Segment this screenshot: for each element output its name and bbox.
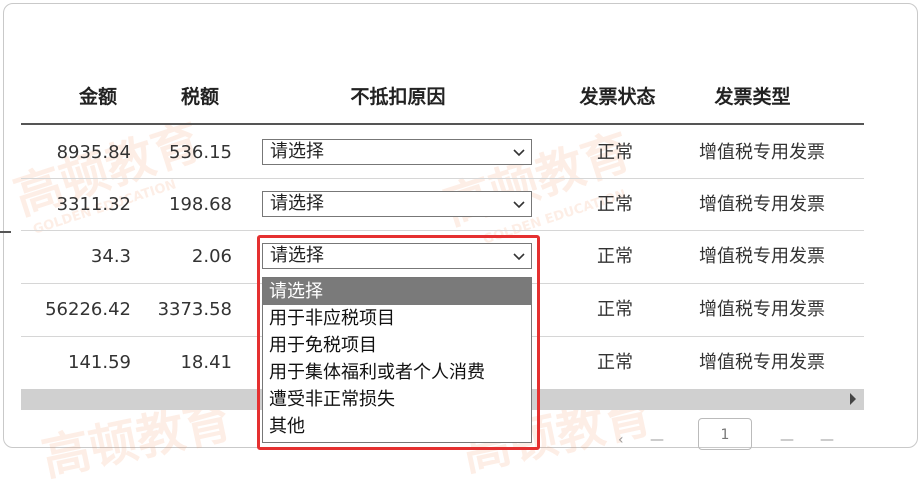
amount-cell: 8935.84 (56, 142, 131, 163)
status-cell: 正常 (597, 194, 633, 215)
pager-prev-icon[interactable]: ‹ (618, 432, 624, 448)
pager-text: — (650, 432, 664, 448)
chevron-down-icon (513, 193, 525, 209)
amount-cell: 3311.32 (56, 194, 131, 215)
status-cell: 正常 (597, 246, 633, 267)
column-header-amount: 金额 (78, 86, 117, 108)
type-cell: 增值税专用发票 (699, 246, 825, 267)
reason-select[interactable]: 请选择 (262, 191, 532, 217)
amount-cell: 56226.42 (45, 299, 131, 320)
column-header-type: 发票类型 (714, 86, 791, 108)
tax-cell: 3373.58 (157, 299, 232, 320)
header-divider (21, 123, 864, 125)
row-divider (21, 230, 864, 231)
amount-cell: 141.59 (68, 352, 131, 373)
pager-text: — (820, 432, 834, 448)
column-header-status: 发票状态 (579, 86, 656, 108)
status-cell: 正常 (597, 299, 633, 320)
tax-cell: 198.68 (169, 194, 232, 215)
select-value: 请选择 (270, 141, 324, 162)
status-cell: 正常 (597, 142, 633, 163)
pager-text: — (780, 432, 794, 448)
select-value: 请选择 (270, 193, 324, 214)
amount-cell: 34.3 (90, 246, 131, 267)
type-cell: 增值税专用发票 (699, 352, 825, 373)
tax-cell: 536.15 (169, 142, 232, 163)
chevron-down-icon (513, 141, 525, 157)
left-edge-tick (0, 231, 11, 233)
status-cell: 正常 (597, 352, 633, 373)
type-cell: 增值税专用发票 (699, 142, 825, 163)
caret-right-icon[interactable] (850, 393, 856, 405)
type-cell: 增值税专用发票 (699, 299, 825, 320)
annotation-highlight-box (257, 235, 540, 450)
page-number-input[interactable]: 1 (698, 418, 752, 450)
column-header-tax: 税额 (180, 86, 219, 108)
column-header-reason: 不抵扣原因 (350, 86, 446, 108)
tax-cell: 18.41 (180, 352, 232, 373)
reason-select[interactable]: 请选择 (262, 139, 532, 165)
type-cell: 增值税专用发票 (699, 194, 825, 215)
row-divider (21, 178, 864, 179)
tax-cell: 2.06 (191, 246, 232, 267)
